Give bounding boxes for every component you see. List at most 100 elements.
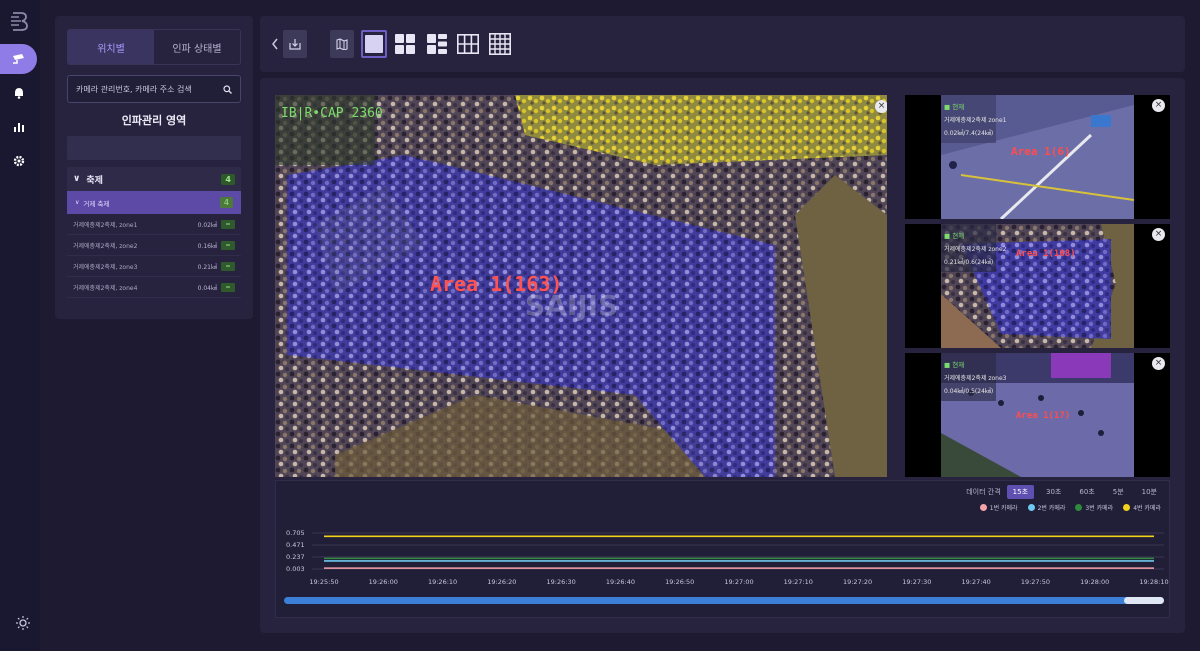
y-axis: 0.705 0.471 0.237 0.003 — [286, 529, 305, 573]
camera-search — [67, 75, 241, 103]
layout-1plus3-button[interactable] — [425, 30, 449, 58]
area-label: Area 1(6) — [1011, 145, 1071, 158]
icon-rail — [0, 0, 40, 651]
nav-settings-button[interactable] — [0, 146, 37, 176]
scrubber-track[interactable] — [284, 597, 1164, 604]
x-tick-label: 19:28:10 — [1139, 578, 1168, 586]
y-tick-label: 0.003 — [286, 565, 305, 573]
x-tick-label: 19:27:00 — [724, 578, 753, 586]
main-camera-feed[interactable]: IB|R•CAP 2360 SAIJIS Area 1(163) × — [275, 95, 887, 477]
camera-search-input[interactable] — [76, 84, 223, 94]
layout-4x4-button[interactable] — [488, 30, 512, 58]
list-item[interactable]: 거제에충제2축제, zone3 0.21㎢ = — [67, 256, 241, 277]
x-tick-label: 19:28:00 — [1080, 578, 1109, 586]
plaza-scene: Area 1(17) ■ 현재 거제에충제2축제 zone3 0.04㎢/0.5… — [941, 353, 1134, 477]
nav-cctv-button[interactable] — [0, 44, 37, 74]
close-icon[interactable]: × — [875, 100, 887, 113]
x-tick-label: 19:26:00 — [369, 578, 398, 586]
layout-quad-icon — [395, 34, 415, 54]
status-indicator: = — [221, 282, 235, 292]
layout-split-icon — [427, 34, 447, 54]
camera-metric: 0.04㎢/0.5(24㎢) — [944, 387, 993, 395]
x-tick-label: 19:27:30 — [902, 578, 931, 586]
list-item[interactable]: 거제에충제2축제, zone1 0.02㎢ = — [67, 214, 241, 235]
back-button[interactable] — [268, 30, 282, 58]
camera-name: 거제에충제2축제 zone2 — [944, 245, 1007, 253]
layout-grid9-icon — [457, 34, 479, 54]
zone-name: 거제에충제2축제, zone2 — [73, 242, 138, 250]
status-indicator: = — [221, 261, 235, 271]
layout-grid16-icon — [489, 33, 511, 55]
camera-tag: ■ 현재 — [944, 103, 964, 111]
count-badge: 4 — [219, 197, 233, 208]
zone-name: 거제에충제2축제, zone4 — [73, 284, 138, 292]
map-view-button[interactable] — [330, 30, 354, 58]
x-tick-label: 19:27:10 — [784, 578, 813, 586]
close-icon[interactable]: × — [1152, 99, 1165, 112]
theme-toggle-icon[interactable] — [15, 615, 31, 631]
camera-frame: Area 1(6) ■ 현재 거제에충제2축제 zone1 0.02㎢/7.4(… — [941, 95, 1134, 219]
tree-subgroup[interactable]: ∨ 거제 축제 4 — [67, 191, 241, 214]
chart-grid — [312, 532, 1164, 570]
side-camera-feed-1[interactable]: Area 1(6) ■ 현재 거제에충제2축제 zone1 0.02㎢/7.4(… — [905, 95, 1170, 219]
y-tick-label: 0.471 — [286, 541, 305, 549]
app-logo-icon[interactable] — [9, 10, 31, 32]
tab-by-location[interactable]: 위치별 — [68, 30, 154, 64]
side-camera-feed-2[interactable]: Area 1(108) ■ 현재 거제에충제2축제 zone2 0.21㎢/0.… — [905, 224, 1170, 348]
overlay-id: IB|R•CAP 2360 — [281, 106, 383, 121]
layout-single-icon — [365, 35, 383, 53]
x-tick-label: 19:27:40 — [962, 578, 991, 586]
zone-area: 0.16㎢ — [197, 242, 217, 250]
status-indicator: = — [221, 240, 235, 250]
layout-2x2-button[interactable] — [393, 30, 417, 58]
zone-area: 0.02㎢ — [197, 221, 217, 229]
nav-alarm-button[interactable] — [0, 78, 37, 108]
tree-group-festival[interactable]: ∨ 축제 4 — [67, 167, 241, 191]
export-button[interactable] — [283, 30, 307, 58]
search-icon[interactable] — [223, 84, 232, 94]
list-item[interactable]: 거제에충제2축제, zone4 0.04㎢ = — [67, 277, 241, 298]
section-title: 인파관리 영역 — [121, 114, 187, 127]
x-tick-label: 19:25:50 — [309, 578, 338, 586]
tree-group-label: 축제 — [86, 175, 103, 186]
gear-icon — [13, 155, 24, 167]
road-scene: Area 1(6) ■ 현재 거제에충제2축제 zone1 0.02㎢/7.4(… — [941, 95, 1134, 219]
camera-metric: 0.02㎢/7.4(24㎢) — [944, 129, 993, 137]
scrubber-handle[interactable] — [1124, 597, 1164, 604]
camera-tag: ■ 현재 — [944, 232, 964, 240]
tab-by-crowd-status[interactable]: 인파 상태별 — [154, 30, 240, 64]
layout-1x1-button[interactable] — [361, 30, 387, 58]
time-scrubber[interactable] — [284, 597, 1164, 604]
close-icon[interactable]: × — [1152, 228, 1165, 241]
map-icon — [336, 38, 348, 50]
x-axis: 19:25:50 19:26:00 19:26:10 19:26:20 19:26:30… — [309, 578, 1168, 586]
area-tree: ∨ 축제 4 ∨ 거제 축제 4 거제에충제2축제, zone1 0.02㎢ =… — [67, 167, 241, 298]
list-item[interactable]: 거제에충제2축제, zone2 0.16㎢ = — [67, 235, 241, 256]
panel-tabs: 위치별 인파 상태별 — [67, 29, 241, 65]
close-icon[interactable]: × — [1152, 357, 1165, 370]
area-label: Area 1(108) — [1016, 249, 1076, 259]
nav-statistics-button[interactable] — [0, 112, 37, 142]
chart-series — [324, 535, 1154, 569]
zone-name: 거제에충제2축제, zone3 — [73, 263, 138, 271]
area-filter-field[interactable] — [67, 136, 241, 160]
viewer-toolbar — [260, 16, 1185, 72]
status-indicator: = — [221, 219, 235, 229]
chevron-left-icon — [272, 38, 278, 50]
location-panel: 위치별 인파 상태별 인파관리 영역 ∨ 축제 4 ∨ 거제 축제 4 거제에충… — [55, 16, 253, 319]
x-tick-label: 19:26:20 — [487, 578, 516, 586]
x-tick-label: 19:26:50 — [665, 578, 694, 586]
layout-3x3-button[interactable] — [456, 30, 480, 58]
y-tick-label: 0.705 — [286, 529, 305, 537]
x-tick-label: 19:26:10 — [428, 578, 457, 586]
side-camera-feed-3[interactable]: Area 1(17) ■ 현재 거제에충제2축제 zone3 0.04㎢/0.5… — [905, 353, 1170, 477]
x-tick-label: 19:26:40 — [606, 578, 635, 586]
chevron-down-icon: ∨ — [73, 174, 81, 184]
chevron-down-icon: ∨ — [75, 199, 80, 206]
camera-metric: 0.21㎢/0.6(24㎢) — [944, 258, 993, 266]
camera-frame: Area 1(108) ■ 현재 거제에충제2축제 zone2 0.21㎢/0.… — [941, 224, 1134, 348]
zone-area: 0.04㎢ — [197, 284, 217, 292]
crowd-scene: IB|R•CAP 2360 SAIJIS Area 1(163) — [275, 95, 887, 477]
zone-name: 거제에충제2축제, zone1 — [73, 221, 138, 229]
crowd-scene: Area 1(108) ■ 현재 거제에충제2축제 zone2 0.21㎢/0.… — [941, 224, 1134, 348]
